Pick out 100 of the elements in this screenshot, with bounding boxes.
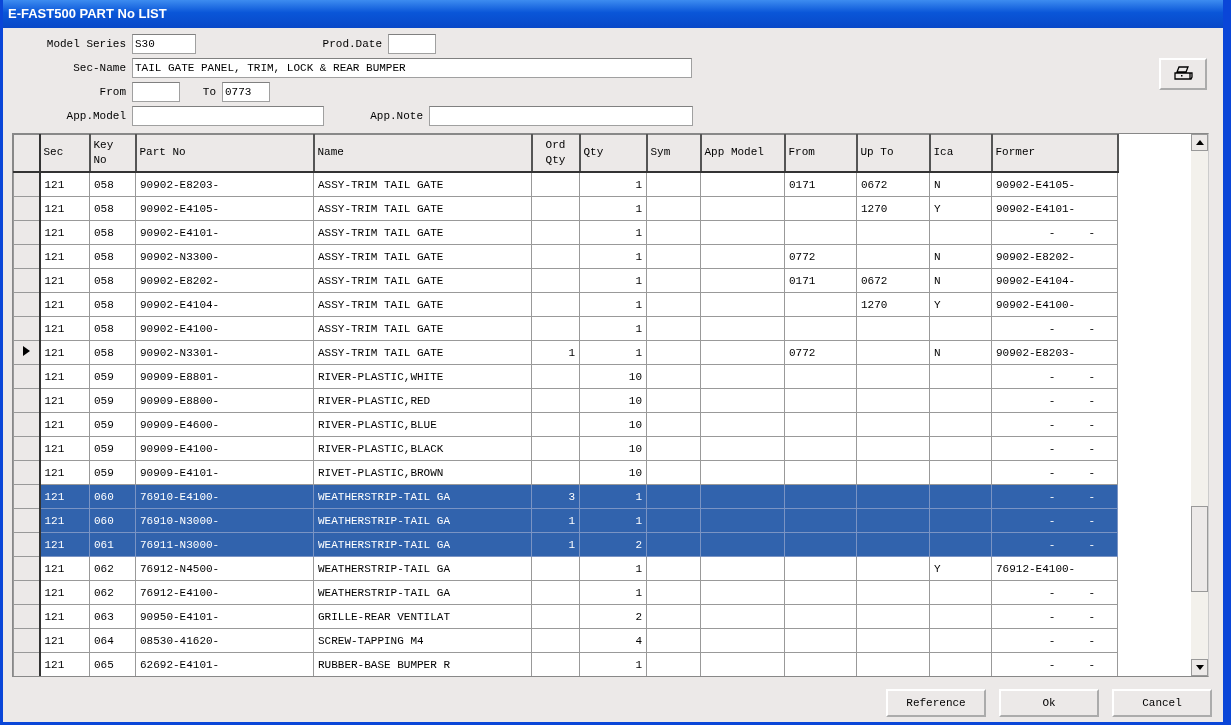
table-cell: RIVET-PLASTIC,BROWN — [313, 460, 532, 485]
input-field[interactable] — [388, 34, 436, 54]
row-header[interactable] — [13, 196, 40, 221]
table-cell — [646, 340, 701, 365]
table-cell: 0171 — [784, 172, 857, 197]
table-cell: 121 — [39, 388, 90, 413]
column-header[interactable]: App Model — [700, 134, 785, 172]
field-label: Sec-Name — [72, 62, 127, 74]
column-header[interactable]: Part No — [135, 134, 314, 172]
table-cell: 10 — [579, 436, 647, 461]
field-label: Model Series — [45, 38, 127, 50]
row-header[interactable] — [13, 628, 40, 653]
row-header[interactable] — [13, 244, 40, 269]
column-header[interactable]: Name — [313, 134, 532, 172]
table-cell: 1 — [579, 292, 647, 317]
table-cell: 0672 — [856, 268, 930, 293]
table-cell: 121 — [39, 268, 90, 293]
table-cell: 0171 — [784, 268, 857, 293]
row-header[interactable] — [13, 220, 40, 245]
row-header[interactable] — [13, 436, 40, 461]
table-cell: - - — [991, 436, 1118, 461]
column-header[interactable]: From — [784, 134, 857, 172]
row-header[interactable] — [13, 364, 40, 389]
row-header[interactable] — [13, 652, 40, 676]
row-header[interactable] — [13, 412, 40, 437]
table-cell: 10 — [579, 460, 647, 485]
table-cell: - - — [991, 220, 1118, 245]
row-header[interactable] — [13, 292, 40, 317]
input-field[interactable] — [132, 82, 180, 102]
table-cell: 0772 — [784, 244, 857, 269]
row-header[interactable] — [13, 316, 40, 341]
table-cell: 90902-E4105- — [991, 172, 1118, 197]
scroll-up-button[interactable] — [1191, 134, 1208, 151]
input-field[interactable]: 0773 — [222, 82, 270, 102]
row-header[interactable] — [13, 172, 40, 197]
table-cell — [531, 604, 580, 629]
table-cell — [646, 244, 701, 269]
row-header[interactable] — [13, 556, 40, 581]
table-cell: 90902-N3300- — [135, 244, 314, 269]
table-cell: - - — [991, 508, 1118, 533]
table-cell: 121 — [39, 340, 90, 365]
table-cell: 121 — [39, 604, 90, 629]
input-field[interactable]: TAIL GATE PANEL, TRIM, LOCK & REAR BUMPER — [132, 58, 692, 78]
row-header[interactable] — [13, 460, 40, 485]
table-cell: ASSY-TRIM TAIL GATE — [313, 244, 532, 269]
print-button[interactable] — [1159, 58, 1207, 90]
table-cell: 062 — [89, 580, 136, 605]
row-header[interactable] — [13, 268, 40, 293]
reference-button[interactable]: Reference — [886, 689, 986, 717]
input-field[interactable] — [132, 106, 324, 126]
table-cell — [929, 412, 992, 437]
table-cell: WEATHERSTRIP-TAIL GA — [313, 508, 532, 533]
window-title: E-FAST500 PART No LIST — [3, 0, 1223, 28]
table-cell: RIVER-PLASTIC,WHITE — [313, 364, 532, 389]
column-header[interactable]: Up To — [856, 134, 930, 172]
column-header[interactable]: Key No — [89, 134, 136, 172]
table-cell: ASSY-TRIM TAIL GATE — [313, 268, 532, 293]
input-field[interactable]: S30 — [132, 34, 196, 54]
row-header[interactable] — [13, 340, 40, 365]
field-label: To — [201, 86, 217, 98]
column-header[interactable]: Ord Qty — [531, 134, 580, 172]
table-cell: 1 — [579, 340, 647, 365]
ok-button[interactable]: Ok — [999, 689, 1099, 717]
column-header[interactable]: Qty — [579, 134, 647, 172]
row-header[interactable] — [13, 604, 40, 629]
table-cell: 90909-E8800- — [135, 388, 314, 413]
row-header[interactable] — [13, 532, 40, 557]
column-header[interactable]: Ica — [929, 134, 992, 172]
table-cell: 90902-E8202- — [991, 244, 1118, 269]
table-cell — [646, 556, 701, 581]
row-header[interactable] — [13, 388, 40, 413]
column-header[interactable]: Sym — [646, 134, 701, 172]
table-cell: 90909-E8801- — [135, 364, 314, 389]
table-cell: - - — [991, 532, 1118, 557]
scrollbar[interactable] — [1191, 134, 1208, 676]
table-cell: GRILLE-REAR VENTILAT — [313, 604, 532, 629]
table-cell — [531, 556, 580, 581]
row-header[interactable] — [13, 508, 40, 533]
input-field[interactable] — [429, 106, 693, 126]
cancel-button[interactable]: Cancel — [1112, 689, 1212, 717]
scroll-thumb[interactable] — [1191, 506, 1208, 592]
table-cell — [929, 436, 992, 461]
row-header[interactable] — [13, 484, 40, 509]
row-header[interactable] — [13, 580, 40, 605]
table-cell: 1 — [579, 196, 647, 221]
scroll-down-button[interactable] — [1191, 659, 1208, 676]
table-cell: RIVER-PLASTIC,RED — [313, 388, 532, 413]
table-cell: 10 — [579, 388, 647, 413]
table-cell — [531, 316, 580, 341]
table-cell: RIVER-PLASTIC,BLACK — [313, 436, 532, 461]
field-label: App.Model — [65, 110, 127, 122]
table-cell: 121 — [39, 436, 90, 461]
table-cell — [929, 628, 992, 653]
table-cell: 121 — [39, 292, 90, 317]
table-cell — [646, 412, 701, 437]
table-cell: 90902-E8202- — [135, 268, 314, 293]
printer-icon — [1173, 66, 1193, 82]
table-cell — [531, 460, 580, 485]
column-header[interactable]: Former — [991, 134, 1118, 172]
column-header[interactable]: Sec — [39, 134, 90, 172]
